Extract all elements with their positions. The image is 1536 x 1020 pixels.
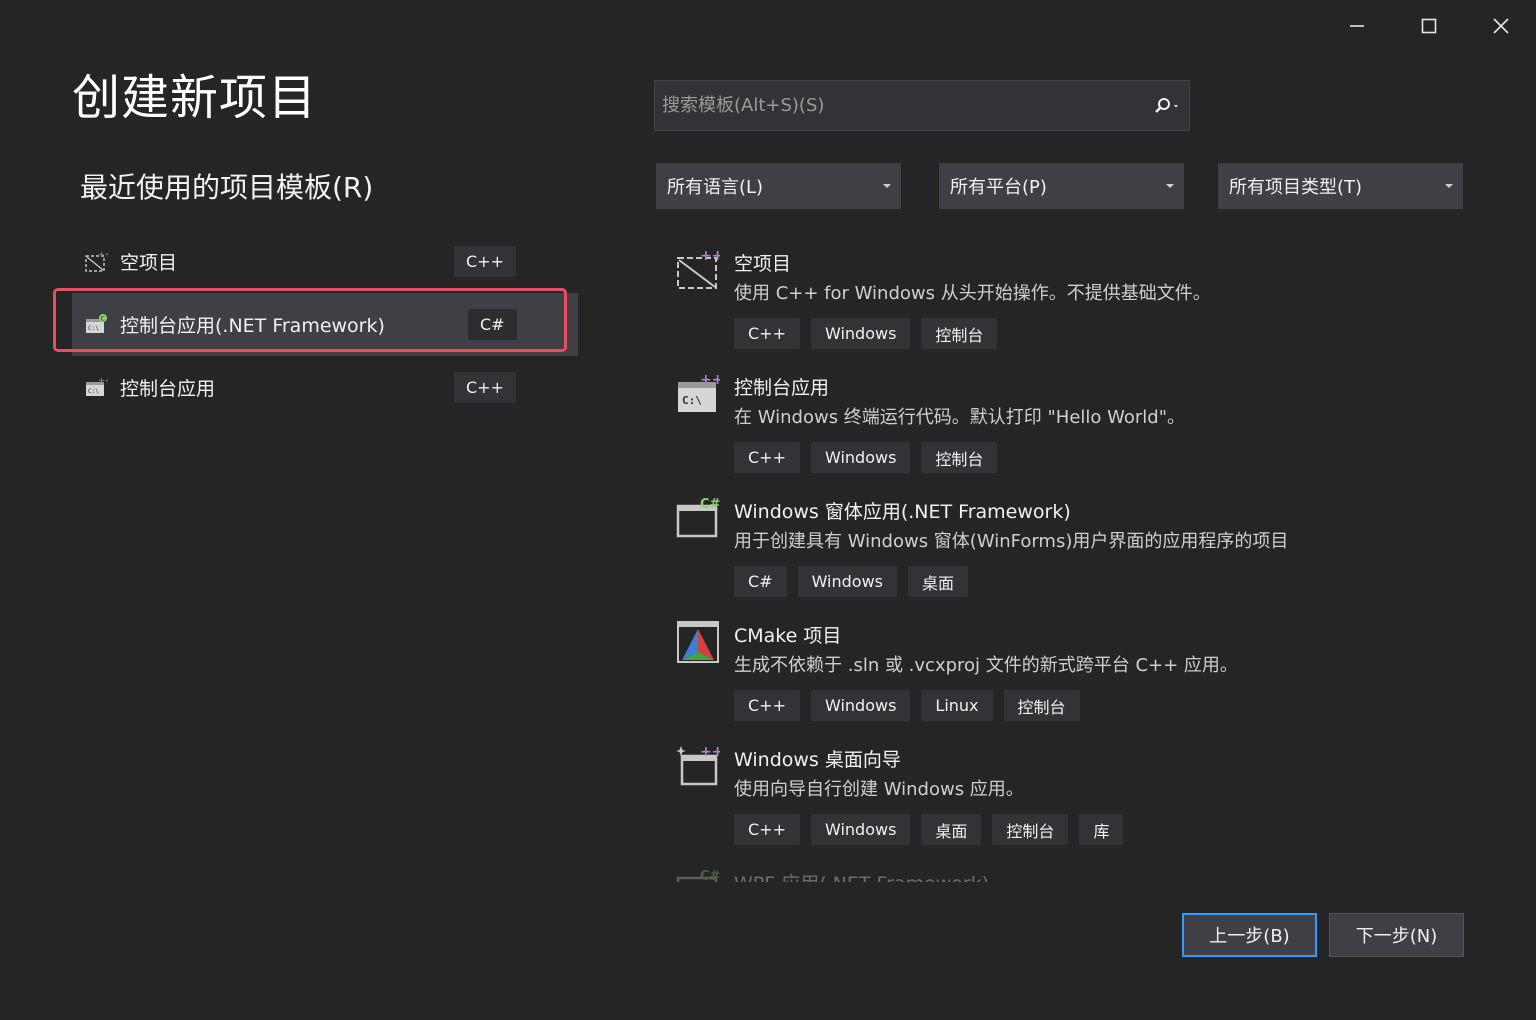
svg-text:C:\: C:\: [682, 394, 702, 407]
project-type-filter-label: 所有项目类型(T): [1229, 177, 1363, 198]
winforms-icon: C#: [676, 497, 720, 538]
recent-item-empty-project[interactable]: ++ 空项目 C++: [72, 230, 578, 293]
template-tags: C++ Windows 控制台: [734, 318, 998, 349]
template-item-winforms[interactable]: C# Windows 窗体应用(.NET Framework) 用于创建具有 W…: [660, 488, 1480, 612]
console-csharp-icon: C:\ C: [86, 313, 107, 333]
template-item-desktop-wizard[interactable]: ++ Windows 桌面向导 使用向导自行创建 Windows 应用。 C++…: [660, 736, 1480, 860]
template-description: 用于创建具有 Windows 窗体(WinForms)用户界面的应用程序的项目: [734, 531, 1289, 552]
template-name: WPF 应用(.NET Framework): [734, 869, 989, 882]
template-description: 在 Windows 终端运行代码。默认打印 "Hello World"。: [734, 407, 1186, 428]
template-tag: Windows: [810, 442, 911, 473]
search-icon: [1155, 97, 1178, 113]
recent-item-lang-badge: C#: [468, 309, 517, 340]
recent-item-lang-badge: C++: [454, 246, 516, 277]
template-tag: C++: [734, 442, 800, 473]
template-description: 使用 C++ for Windows 从头开始操作。不提供基础文件。: [734, 283, 1211, 304]
template-item-wpf[interactable]: C# WPF 应用(.NET Framework): [660, 860, 1480, 882]
recent-item-console-app[interactable]: C:\ ++ 控制台应用 C++: [72, 356, 578, 419]
template-tag: Windows: [797, 566, 897, 597]
language-filter-dropdown[interactable]: 所有语言(L): [656, 163, 901, 209]
template-tags: C++ Windows 控制台: [734, 442, 998, 473]
template-item-empty-project[interactable]: ++ 空项目 使用 C++ for Windows 从头开始操作。不提供基础文件…: [660, 240, 1480, 364]
svg-text:++: ++: [700, 744, 720, 760]
platform-filter-label: 所有平台(P): [950, 177, 1047, 198]
template-name: Windows 桌面向导: [734, 749, 901, 771]
chevron-down-icon: [1166, 184, 1174, 188]
template-name: 空项目: [734, 253, 792, 275]
template-tag: Windows: [810, 814, 911, 845]
recent-templates-heading: 最近使用的项目模板(R): [80, 171, 374, 204]
template-tags: C++ Windows Linux 控制台: [734, 690, 1080, 721]
template-tag: 控制台: [992, 814, 1069, 845]
template-tag: Windows: [810, 318, 911, 349]
template-tag: 控制台: [1003, 690, 1080, 721]
svg-text:C#: C#: [700, 497, 720, 512]
svg-text:C: C: [101, 315, 105, 322]
template-tag: C++: [734, 690, 800, 721]
template-tags: C++ Windows 桌面 控制台 库: [734, 814, 1124, 845]
recent-item-label: 空项目: [120, 252, 178, 274]
template-description: 生成不依赖于 .sln 或 .vcxproj 文件的新式跨平台 C++ 应用。: [734, 655, 1238, 676]
minimize-icon: [1350, 25, 1364, 27]
back-button[interactable]: 上一步(B): [1182, 913, 1317, 957]
language-filter-label: 所有语言(L): [667, 177, 764, 198]
empty-project-icon: ++: [85, 250, 108, 272]
next-button[interactable]: 下一步(N): [1329, 913, 1464, 957]
template-tag: 桌面: [921, 814, 982, 845]
recent-item-lang-badge: C++: [454, 372, 516, 403]
close-icon: [1493, 18, 1509, 34]
template-item-cmake[interactable]: CMake 项目 生成不依赖于 .sln 或 .vcxproj 文件的新式跨平台…: [660, 612, 1480, 736]
template-tag: C#: [734, 566, 787, 597]
svg-text:++: ++: [700, 248, 720, 264]
template-item-console-app[interactable]: C:\ ++ 控制台应用 在 Windows 终端运行代码。默认打印 "Hell…: [660, 364, 1480, 488]
close-button[interactable]: [1481, 6, 1521, 46]
template-tags: C# Windows 桌面: [734, 566, 969, 597]
cmake-icon: [677, 621, 719, 663]
template-tag: 控制台: [921, 442, 998, 473]
platform-filter-dropdown[interactable]: 所有平台(P): [939, 163, 1184, 209]
template-tag: 库: [1079, 814, 1124, 845]
svg-text:++: ++: [98, 250, 108, 259]
recent-templates-list: ++ 空项目 C++ C:\ C 控制台应用(.NET Framework) C…: [72, 230, 578, 419]
template-tag: C++: [734, 814, 800, 845]
desktop-wizard-icon: ++: [676, 744, 720, 786]
template-name: Windows 窗体应用(.NET Framework): [734, 501, 1071, 523]
svg-text:++: ++: [98, 376, 108, 385]
maximize-button[interactable]: [1409, 6, 1449, 46]
template-tag: 桌面: [908, 566, 969, 597]
recent-item-label: 控制台应用: [120, 378, 216, 400]
page-title: 创建新项目: [72, 70, 318, 126]
svg-text:C:\: C:\: [88, 325, 99, 332]
template-search-box: [654, 80, 1190, 131]
recent-item-label: 控制台应用(.NET Framework): [120, 315, 385, 337]
template-name: 控制台应用: [734, 377, 830, 399]
chevron-down-icon: [1445, 184, 1453, 188]
template-list: ++ 空项目 使用 C++ for Windows 从头开始操作。不提供基础文件…: [660, 240, 1480, 882]
maximize-icon: [1421, 18, 1437, 34]
template-tag: Linux: [921, 690, 993, 721]
svg-text:C:\: C:\: [88, 388, 99, 395]
minimize-button[interactable]: [1337, 6, 1377, 46]
console-cpp-icon: C:\ ++: [86, 376, 108, 396]
svg-text:++: ++: [700, 372, 720, 388]
template-tag: C++: [734, 318, 800, 349]
wpf-icon: C#: [676, 869, 720, 882]
template-description: 使用向导自行创建 Windows 应用。: [734, 779, 1024, 800]
recent-item-console-netfx[interactable]: C:\ C 控制台应用(.NET Framework) C#: [72, 293, 578, 356]
project-type-filter-dropdown[interactable]: 所有项目类型(T): [1218, 163, 1463, 209]
empty-project-icon: ++: [677, 248, 720, 289]
console-app-icon: C:\ ++: [678, 372, 720, 412]
search-input[interactable]: [655, 94, 1145, 117]
template-name: CMake 项目: [734, 625, 842, 647]
template-tag: Windows: [810, 690, 911, 721]
template-tag: 控制台: [921, 318, 998, 349]
search-options-button[interactable]: [1145, 81, 1189, 130]
chevron-down-icon: [883, 184, 891, 188]
svg-text:C#: C#: [700, 869, 720, 882]
